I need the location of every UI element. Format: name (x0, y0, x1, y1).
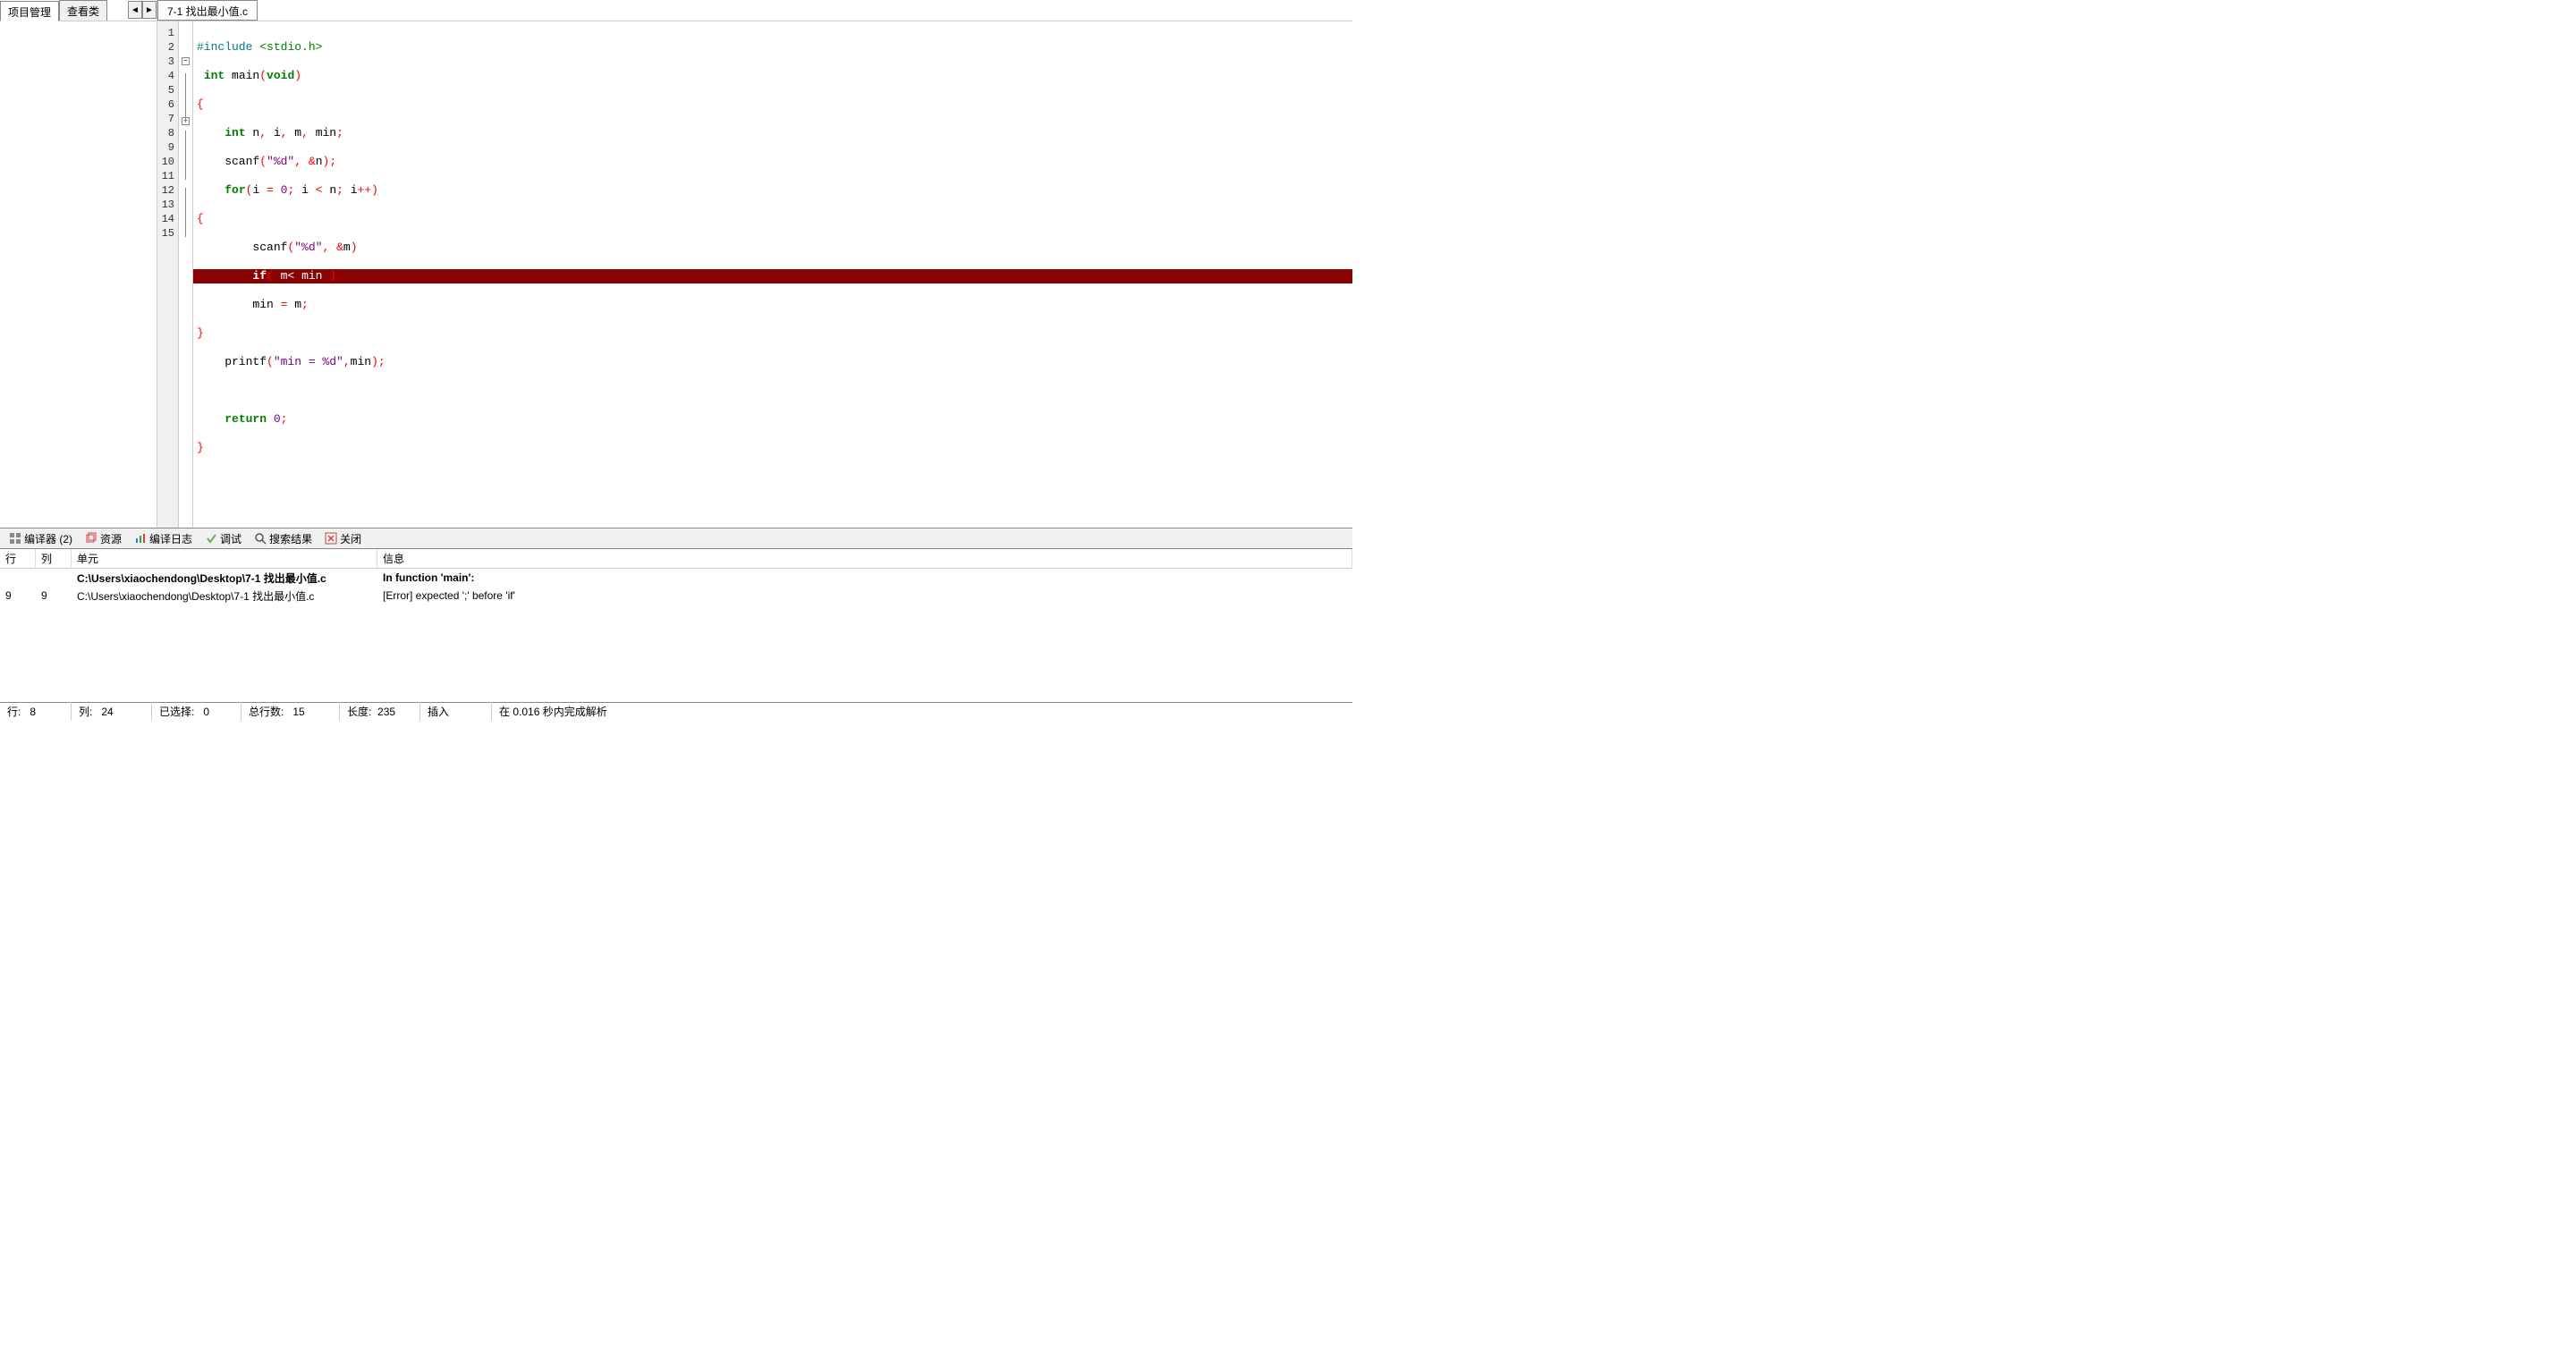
resource-icon (85, 532, 97, 545)
close-icon (325, 532, 337, 545)
file-tab[interactable]: 7-1 找出最小值.c (157, 0, 258, 21)
sidebar-tabs: 项目管理 查看类 ◄ ► (0, 0, 157, 21)
error-row[interactable]: 9 9 C:\Users\xiaochendong\Desktop\7-1 找出… (0, 587, 1352, 605)
nav-prev-icon[interactable]: ◄ (128, 1, 142, 19)
tab-compile-log[interactable]: 编译日志 (129, 529, 198, 548)
sidebar: 项目管理 查看类 ◄ ► (0, 0, 157, 528)
header-line[interactable]: 行 (0, 549, 36, 569)
header-unit[interactable]: 单元 (72, 549, 377, 569)
status-bar: 行: 8 列: 24 已选择: 0 总行数: 15 长度: 235 插入 在 0… (0, 702, 1352, 720)
editor[interactable]: 1234 5678 9 10111213 1415 − − (157, 21, 1352, 528)
compiler-icon (9, 532, 21, 545)
error-highlighted-line[interactable]: if( m< min ) (193, 269, 1352, 283)
header-col[interactable]: 列 (36, 549, 72, 569)
fold-toggle-icon[interactable]: − (182, 57, 190, 65)
tab-compiler[interactable]: 编译器 (2) (4, 529, 78, 548)
file-tabs: 7-1 找出最小值.c (157, 0, 1352, 21)
tab-debug[interactable]: 调试 (199, 529, 247, 548)
error-row-empty (0, 622, 1352, 640)
status-length: 长度: 235 (340, 702, 420, 721)
error-table-header: 行 列 单元 信息 (0, 549, 1352, 569)
search-icon (254, 532, 267, 545)
sidebar-body (0, 21, 157, 528)
header-msg[interactable]: 信息 (377, 549, 1352, 569)
tab-resource[interactable]: 资源 (80, 529, 127, 548)
tab-view-class[interactable]: 查看类 (59, 0, 107, 21)
fold-gutter: − − (179, 21, 193, 528)
error-row[interactable]: C:\Users\xiaochendong\Desktop\7-1 找出最小值.… (0, 569, 1352, 587)
tab-search-results[interactable]: 搜索结果 (249, 529, 318, 548)
status-insert-mode: 插入 (420, 702, 492, 721)
error-row-empty (0, 640, 1352, 658)
status-selection: 已选择: 0 (152, 702, 242, 721)
status-line: 行: 8 (0, 702, 72, 721)
status-total-lines: 总行数: 15 (242, 702, 340, 721)
editor-area: 7-1 找出最小值.c 1234 5678 9 10111213 1415 − … (157, 0, 1352, 528)
code-content[interactable]: #include <stdio.h> int main(void) { int … (193, 21, 1352, 528)
tab-project-manage[interactable]: 项目管理 (0, 1, 59, 21)
status-parse-time: 在 0.016 秒内完成解析 (492, 702, 1352, 721)
bottom-panel-tabs: 编译器 (2) 资源 编译日志 调试 搜索结果 关闭 (0, 528, 1352, 549)
debug-icon (205, 532, 217, 545)
status-col: 列: 24 (72, 702, 152, 721)
nav-next-icon[interactable]: ► (142, 1, 157, 19)
log-icon (134, 532, 147, 545)
compiler-output-table: 行 列 单元 信息 C:\Users\xiaochendong\Desktop\… (0, 549, 1352, 702)
line-number-gutter: 1234 5678 9 10111213 1415 (157, 21, 179, 528)
error-row-empty (0, 605, 1352, 622)
tab-close[interactable]: 关闭 (319, 529, 367, 548)
